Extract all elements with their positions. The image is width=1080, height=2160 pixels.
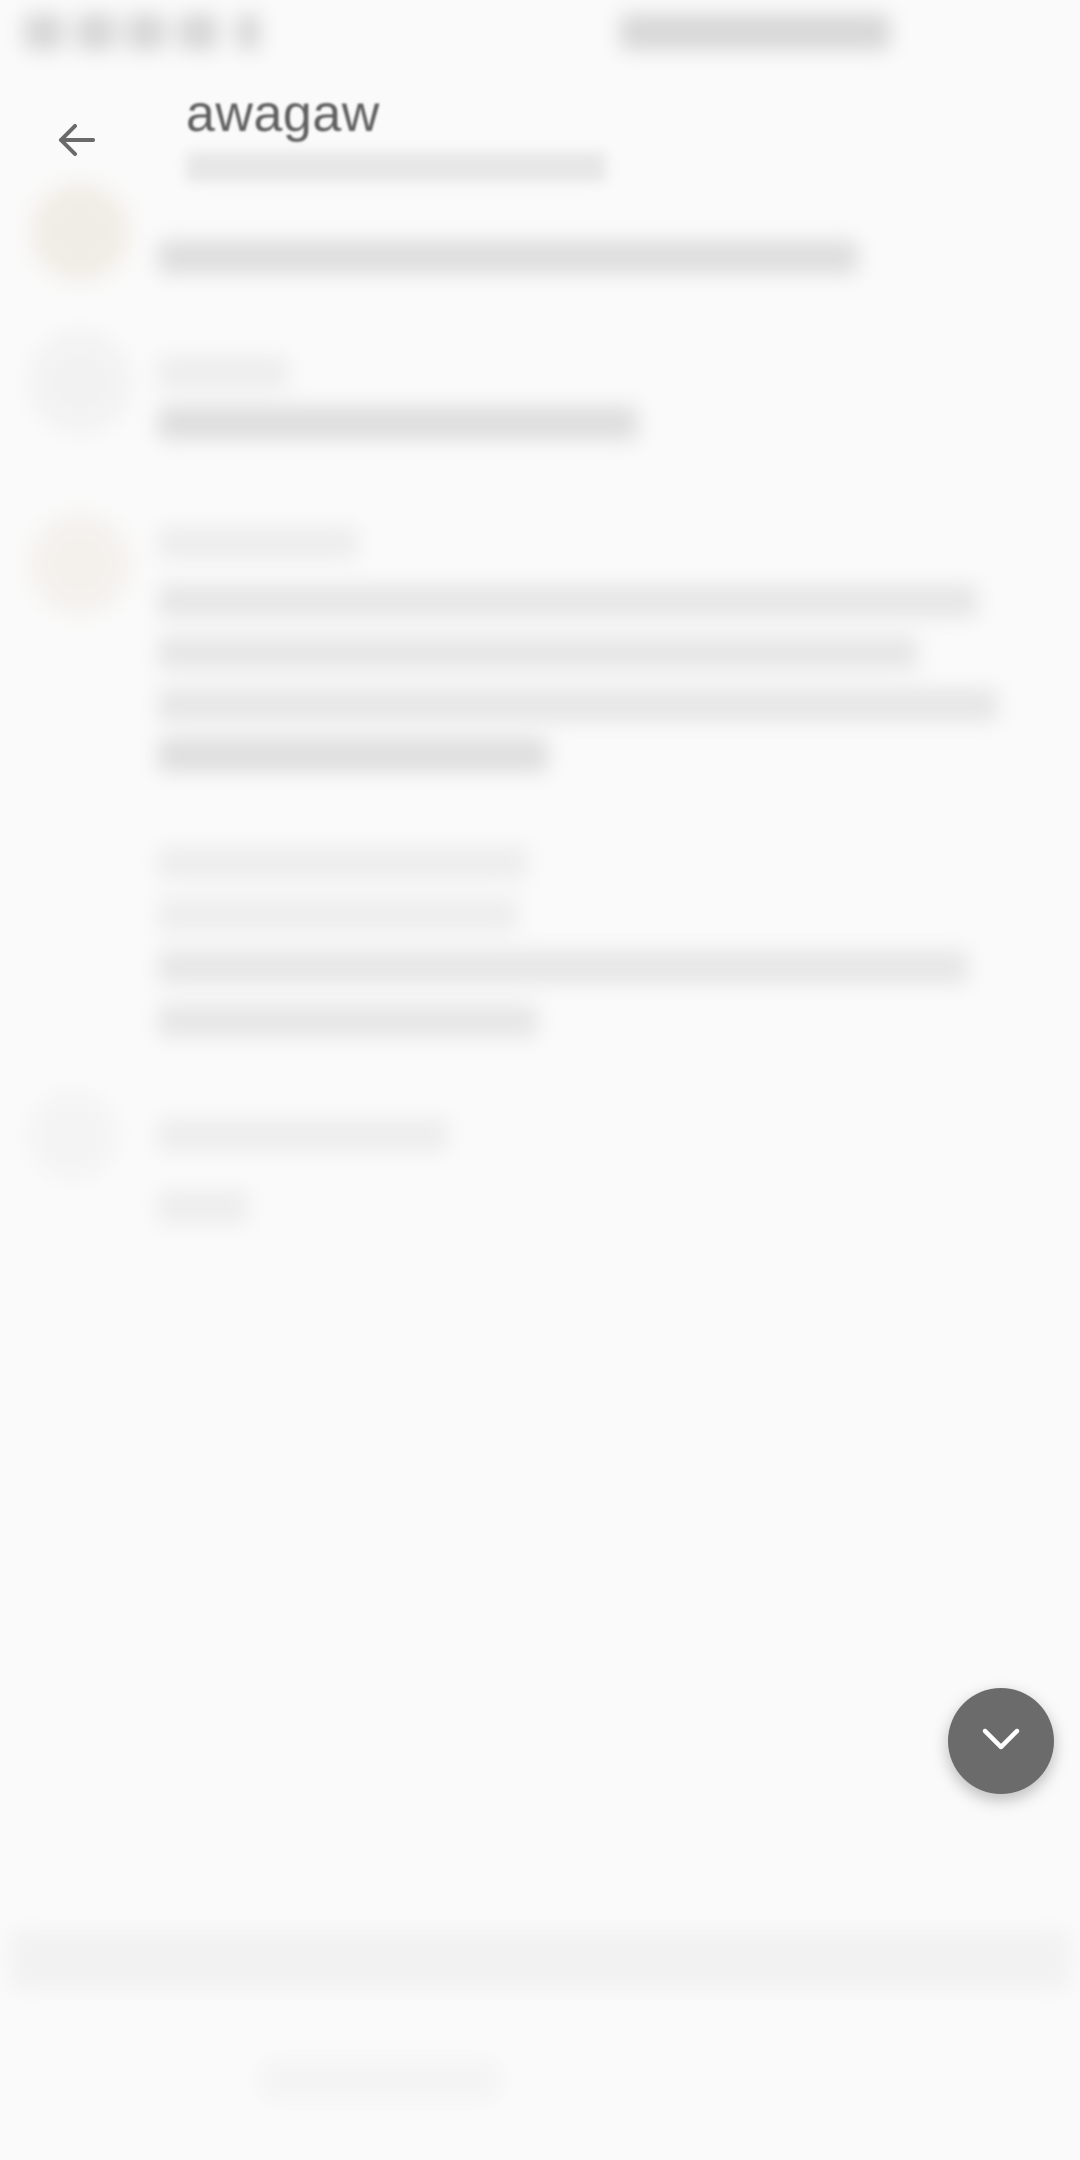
message-text: [158, 846, 528, 880]
message-text: [158, 240, 858, 274]
message-text: [158, 738, 548, 772]
status-right-icons: [620, 14, 890, 50]
status-bar: [0, 0, 1080, 60]
message-author: [158, 356, 288, 390]
status-icon: [236, 14, 260, 50]
message-text: [158, 1190, 248, 1224]
chat-title: awagaw: [186, 85, 380, 143]
chevron-down-icon: [975, 1713, 1027, 1770]
status-icon: [178, 14, 218, 50]
message-input-area: [10, 1930, 1070, 1990]
message-text: [158, 1004, 538, 1038]
blurred-chat-content: [0, 0, 1080, 2160]
message-author: [158, 1118, 448, 1152]
scroll-to-bottom-button[interactable]: [948, 1688, 1054, 1794]
message-text: [158, 898, 518, 932]
back-button[interactable]: [40, 106, 112, 178]
avatar: [28, 330, 132, 434]
status-icon: [24, 14, 64, 50]
chat-subtitle: [186, 152, 606, 182]
navigation-area: [260, 2060, 500, 2100]
avatar: [28, 1090, 118, 1180]
chat-header: awagaw: [0, 60, 1080, 200]
message-text: [158, 688, 998, 722]
message-text: [158, 636, 918, 670]
message-text: [158, 406, 638, 440]
status-icon: [126, 14, 166, 50]
status-icon: [76, 14, 116, 50]
arrow-left-icon: [53, 117, 99, 168]
chat-screen: awagaw: [0, 0, 1080, 2160]
message-text: [158, 950, 968, 984]
avatar: [28, 512, 132, 616]
message-author: [158, 526, 358, 560]
message-text: [158, 584, 978, 618]
